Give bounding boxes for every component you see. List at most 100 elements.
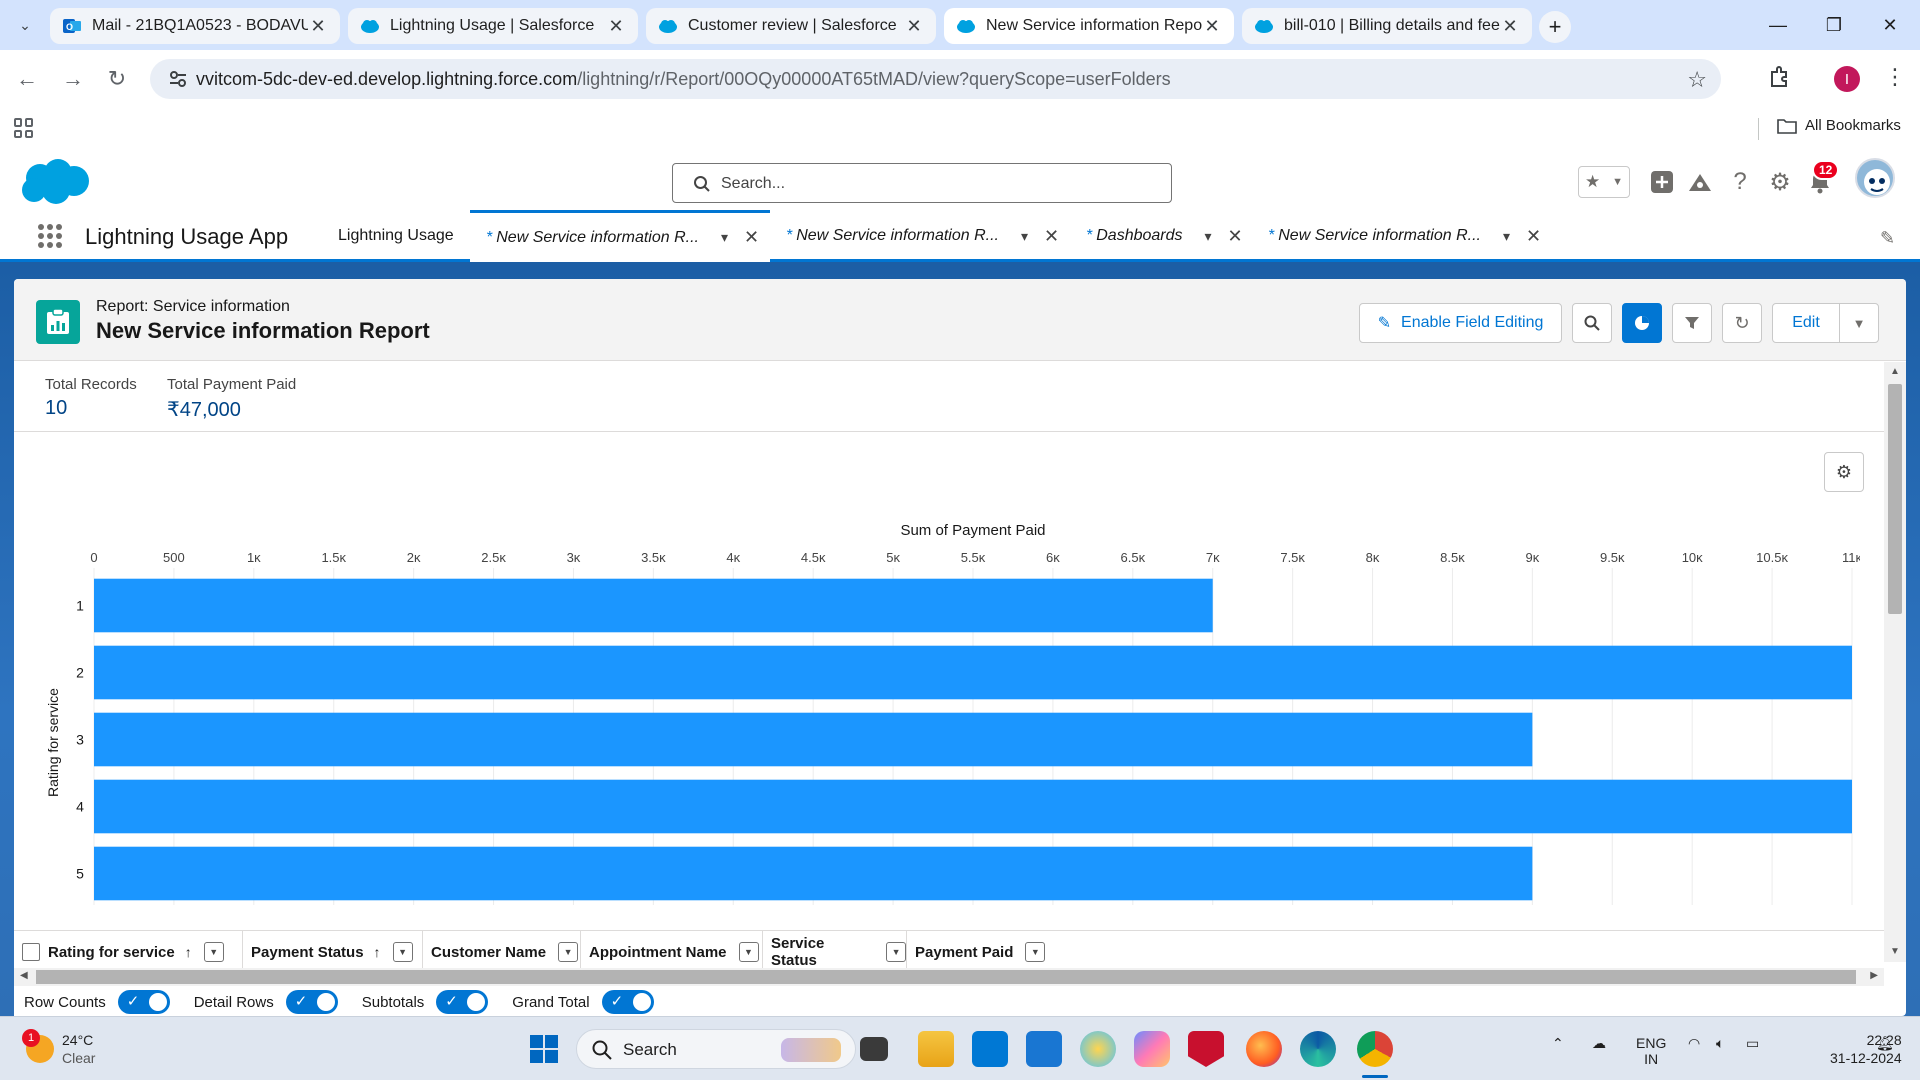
close-icon[interactable]: ✕ <box>904 16 924 37</box>
wifi-icon[interactable]: ◠ <box>1688 1035 1700 1052</box>
browser-tab-lightning-usage[interactable]: Lightning Usage | Salesforce ✕ <box>348 8 638 44</box>
scroll-up-icon[interactable]: ▲ <box>1890 366 1900 377</box>
site-info-icon[interactable] <box>168 69 188 89</box>
language-indicator[interactable]: ENG IN <box>1636 1035 1666 1067</box>
mcafee-icon[interactable] <box>1188 1031 1224 1067</box>
copilot-icon[interactable] <box>1134 1031 1170 1067</box>
edge-icon[interactable] <box>1300 1031 1336 1067</box>
mylip-app-icon[interactable] <box>1026 1031 1062 1067</box>
close-icon[interactable]: ✕ <box>606 16 626 37</box>
edit-button[interactable]: Edit <box>1772 303 1840 343</box>
task-view-icon[interactable] <box>860 1037 888 1061</box>
column-menu-chevron-icon[interactable]: ▼ <box>392 942 413 962</box>
apps-grid-icon[interactable] <box>14 118 34 138</box>
column-header-rating[interactable]: Rating for service ↑ ▼ <box>48 931 243 973</box>
microsoft-store-icon[interactable] <box>972 1031 1008 1067</box>
profile-avatar[interactable]: I <box>1834 66 1860 92</box>
detail-rows-toggle[interactable]: Detail Rows ✓ <box>194 990 338 1014</box>
nav-tab-report-1[interactable]: * New Service information R... ▾ ✕ <box>470 210 770 262</box>
column-menu-chevron-icon[interactable]: ▼ <box>203 942 224 962</box>
column-menu-chevron-icon[interactable]: ▼ <box>886 942 906 962</box>
taskbar-search[interactable]: Search <box>576 1029 856 1069</box>
scroll-down-icon[interactable]: ▼ <box>1890 946 1900 957</box>
sort-ascending-icon[interactable]: ↑ <box>185 944 192 960</box>
filter-button[interactable] <box>1672 303 1712 343</box>
column-header-customer-name[interactable]: Customer Name ▼ <box>423 931 581 973</box>
file-explorer-icon[interactable] <box>918 1031 954 1067</box>
close-icon[interactable]: ✕ <box>744 227 759 248</box>
browser-tab-mail[interactable]: O Mail - 21BQ1A0523 - BODAVULU ✕ <box>50 8 340 44</box>
nav-tab-dashboards[interactable]: * Dashboards ▾ ✕ <box>1086 210 1243 262</box>
app-launcher-icon[interactable] <box>38 224 62 248</box>
column-header-payment-paid[interactable]: Payment Paid ▼ <box>907 931 1057 973</box>
restore-icon[interactable]: ❐ <box>1814 10 1854 40</box>
reload-icon[interactable]: ↻ <box>102 64 132 94</box>
scrollbar-thumb[interactable] <box>36 970 1856 984</box>
column-header-service-status[interactable]: Service Status ▼ <box>763 931 907 973</box>
more-menu-icon[interactable]: ⋮ <box>1884 64 1906 90</box>
chevron-down-icon[interactable]: ▾ <box>1205 228 1212 245</box>
chrome-icon[interactable] <box>1357 1031 1393 1067</box>
help-icon[interactable]: ? <box>1726 168 1754 196</box>
chevron-down-icon[interactable]: ▾ <box>721 229 728 246</box>
volume-icon[interactable]: 🔈︎ <box>1716 1035 1724 1052</box>
show-hidden-icons-chevron-icon[interactable]: ⌃ <box>1552 1035 1564 1052</box>
minimize-icon[interactable]: — <box>1758 10 1798 40</box>
close-icon[interactable]: ✕ <box>1500 16 1520 37</box>
toggle-switch[interactable]: ✓ <box>285 990 338 1014</box>
start-windows-icon[interactable] <box>526 1031 562 1067</box>
chart-settings-button[interactable]: ⚙ <box>1824 452 1864 492</box>
browser-tab-report[interactable]: New Service information Report ✕ <box>944 8 1234 44</box>
gear-icon[interactable]: ⚙ <box>1766 168 1794 196</box>
new-tab-button[interactable]: + <box>1539 11 1571 43</box>
notification-bell-icon[interactable]: 🔔︎ <box>1876 1035 1894 1052</box>
favorites-button[interactable]: ★ ▼ <box>1578 166 1630 198</box>
bookmark-star-icon[interactable]: ☆ <box>1687 67 1707 93</box>
close-icon[interactable]: ✕ <box>1526 226 1541 247</box>
close-icon[interactable]: ✕ <box>1044 226 1059 247</box>
toggle-switch[interactable]: ✓ <box>117 990 170 1014</box>
salesforce-logo[interactable] <box>18 156 92 208</box>
firefox-icon[interactable] <box>1246 1031 1282 1067</box>
select-all-checkbox[interactable] <box>22 943 40 961</box>
column-header-payment-status[interactable]: Payment Status ↑ ▼ <box>243 931 423 973</box>
horizontal-scrollbar[interactable]: ◀ ▶ <box>14 968 1884 986</box>
trailhead-icon[interactable] <box>1686 168 1714 196</box>
enable-field-editing-button[interactable]: ✎ Enable Field Editing <box>1359 303 1562 343</box>
column-header-appointment-name[interactable]: Appointment Name ▼ <box>581 931 763 973</box>
tips-app-icon[interactable] <box>1080 1031 1116 1067</box>
nav-tab-report-2[interactable]: * New Service information R... ▾ ✕ <box>786 210 1059 262</box>
chevron-down-icon[interactable]: ▾ <box>1503 228 1510 245</box>
toggle-chart-button[interactable] <box>1622 303 1662 343</box>
toggle-switch[interactable]: ✓ <box>601 990 654 1014</box>
subtotals-toggle[interactable]: Subtotals ✓ <box>362 990 489 1014</box>
close-icon[interactable]: ✕ <box>1228 226 1243 247</box>
address-bar[interactable]: vvitcom-5dc-dev-ed.develop.lightning.for… <box>150 59 1721 99</box>
close-window-icon[interactable]: ✕ <box>1870 10 1910 40</box>
all-bookmarks-button[interactable]: All Bookmarks <box>1777 117 1901 134</box>
refresh-button[interactable]: ↻ <box>1722 303 1762 343</box>
tab-search-chevron-icon[interactable]: ⌄ <box>12 12 38 38</box>
browser-tab-customer-review[interactable]: Customer review | Salesforce ✕ <box>646 8 936 44</box>
extensions-icon[interactable] <box>1766 64 1794 92</box>
close-icon[interactable]: ✕ <box>1202 16 1222 37</box>
user-avatar[interactable] <box>1855 158 1895 198</box>
close-icon[interactable]: ✕ <box>308 16 328 37</box>
global-search-input[interactable]: Search... <box>672 163 1172 203</box>
global-actions-icon[interactable] <box>1648 168 1676 196</box>
scroll-right-icon[interactable]: ▶ <box>1870 970 1878 981</box>
chevron-down-icon[interactable]: ▾ <box>1021 228 1028 245</box>
edit-nav-pencil-icon[interactable]: ✎ <box>1880 228 1895 249</box>
column-menu-chevron-icon[interactable]: ▼ <box>1025 942 1046 962</box>
browser-tab-billing[interactable]: bill-010 | Billing details and feedback … <box>1242 8 1532 44</box>
forward-arrow-icon[interactable]: → <box>58 64 88 94</box>
column-menu-chevron-icon[interactable]: ▼ <box>558 942 579 962</box>
scrollbar-thumb[interactable] <box>1888 384 1902 614</box>
toggle-switch[interactable]: ✓ <box>436 990 489 1014</box>
onedrive-cloud-icon[interactable]: ☁ <box>1592 1035 1606 1052</box>
nav-tab-lightning-usage[interactable]: Lightning Usage <box>338 210 454 262</box>
scroll-left-icon[interactable]: ◀ <box>20 970 28 981</box>
column-menu-chevron-icon[interactable]: ▼ <box>738 942 759 962</box>
more-actions-button[interactable]: ▼ <box>1839 303 1879 343</box>
row-counts-toggle[interactable]: Row Counts ✓ <box>24 990 170 1014</box>
